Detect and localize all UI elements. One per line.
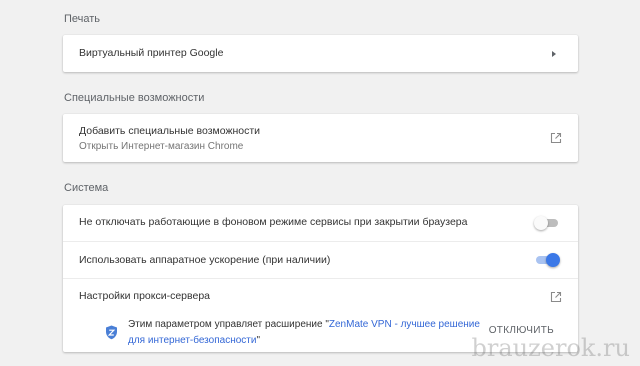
extension-link[interactable]: ZenMate VPN - лучшее решение — [329, 319, 480, 330]
external-link-icon[interactable] — [550, 132, 562, 147]
accessibility-card: Добавить специальные возможности Открыть… — [63, 114, 578, 162]
google-cloud-print-label: Виртуальный принтер Google — [79, 47, 224, 59]
toggle-knob — [534, 216, 548, 230]
toggle-knob — [546, 253, 560, 267]
add-accessibility-row[interactable]: Добавить специальные возможности Открыть… — [63, 114, 578, 162]
add-accessibility-label: Добавить специальные возможности — [79, 125, 261, 137]
extension-link-continued[interactable]: для интернет-безопасности — [128, 335, 256, 346]
section-title-print: Печать — [64, 13, 101, 25]
background-apps-toggle[interactable] — [534, 216, 560, 230]
print-card: Виртуальный принтер Google — [63, 35, 578, 72]
shield-icon — [105, 325, 118, 345]
proxy-settings-label: Настройки прокси-сервера — [79, 290, 210, 302]
hardware-accel-toggle[interactable] — [534, 253, 560, 267]
background-apps-label: Не отключать работающие в фоновом режиме… — [79, 216, 468, 228]
proxy-settings-row[interactable]: Настройки прокси-сервера — [63, 278, 578, 314]
proxy-policy-text: Этим параметром управляет расширение "Ze… — [128, 317, 480, 349]
hardware-accel-label: Использовать аппаратное ускорение (при н… — [79, 254, 331, 266]
system-card: Не отключать работающие в фоновом режиме… — [63, 205, 578, 352]
policy-prefix: Этим параметром управляет расширение " — [128, 319, 329, 330]
google-cloud-print-row[interactable]: Виртуальный принтер Google — [63, 35, 578, 72]
watermark: brauzerok.ru — [471, 334, 630, 362]
external-link-icon[interactable] — [550, 291, 562, 306]
hardware-accel-row[interactable]: Использовать аппаратное ускорение (при н… — [63, 241, 578, 278]
policy-suffix: " — [256, 335, 261, 346]
section-title-accessibility: Специальные возможности — [64, 92, 205, 104]
open-web-store-sublabel: Открыть Интернет-магазин Chrome — [79, 141, 244, 152]
section-title-system: Система — [64, 182, 109, 194]
background-apps-row[interactable]: Не отключать работающие в фоновом режиме… — [63, 205, 578, 241]
arrow-right-icon — [552, 50, 556, 57]
